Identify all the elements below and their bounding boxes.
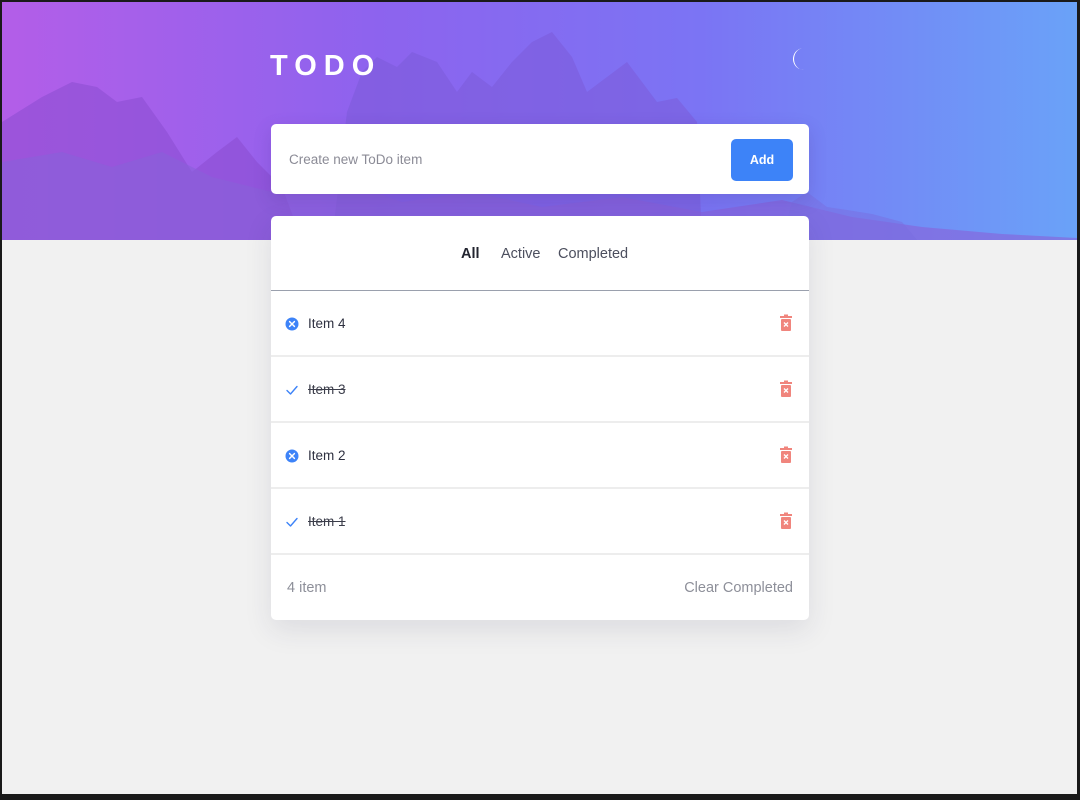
- new-todo-input[interactable]: [289, 144, 709, 174]
- app-frame: TODO Add All Active Completed Item 4: [2, 2, 1077, 794]
- add-button[interactable]: Add: [731, 139, 793, 181]
- moon-icon: [792, 48, 805, 71]
- todo-item-label: Item 2: [308, 448, 346, 463]
- x-circle-icon: [285, 449, 299, 463]
- todo-item: Item 2: [271, 423, 809, 489]
- delete-item-button[interactable]: [779, 446, 793, 464]
- trash-icon: [780, 380, 792, 397]
- item-status-toggle[interactable]: [285, 449, 299, 463]
- todo-item: Item 3: [271, 357, 809, 423]
- list-footer: 4 item Clear Completed: [271, 555, 809, 620]
- item-status-toggle[interactable]: [285, 515, 299, 529]
- item-status-toggle[interactable]: [285, 317, 299, 331]
- delete-item-button[interactable]: [779, 380, 793, 398]
- theme-toggle-button[interactable]: [788, 44, 812, 74]
- delete-item-button[interactable]: [779, 314, 793, 332]
- delete-item-button[interactable]: [779, 512, 793, 530]
- todo-item: Item 1: [271, 489, 809, 555]
- checkmark-icon: [286, 517, 298, 527]
- todo-item-label: Item 1: [308, 514, 346, 529]
- header-banner: TODO: [2, 2, 1077, 240]
- clear-completed-button[interactable]: Clear Completed: [684, 580, 793, 596]
- todo-item-label: Item 3: [308, 382, 346, 397]
- trash-icon: [780, 314, 792, 331]
- item-status-toggle[interactable]: [285, 383, 299, 397]
- todo-list-card: All Active Completed Item 4 Item 3 Item …: [271, 216, 809, 620]
- todo-item-label: Item 4: [308, 316, 346, 331]
- todo-item: Item 4: [271, 291, 809, 357]
- mountain-background: [2, 32, 1077, 240]
- app-title: TODO: [270, 50, 382, 82]
- filter-tabs: All Active Completed: [271, 216, 809, 291]
- checkmark-icon: [286, 385, 298, 395]
- trash-icon: [780, 446, 792, 463]
- x-circle-icon: [285, 317, 299, 331]
- tab-completed[interactable]: Completed: [558, 246, 628, 262]
- tab-active[interactable]: Active: [501, 246, 541, 262]
- new-todo-card: Add: [271, 124, 809, 194]
- items-count: 4 item: [287, 580, 327, 596]
- trash-icon: [780, 512, 792, 529]
- tab-all[interactable]: All: [461, 246, 480, 262]
